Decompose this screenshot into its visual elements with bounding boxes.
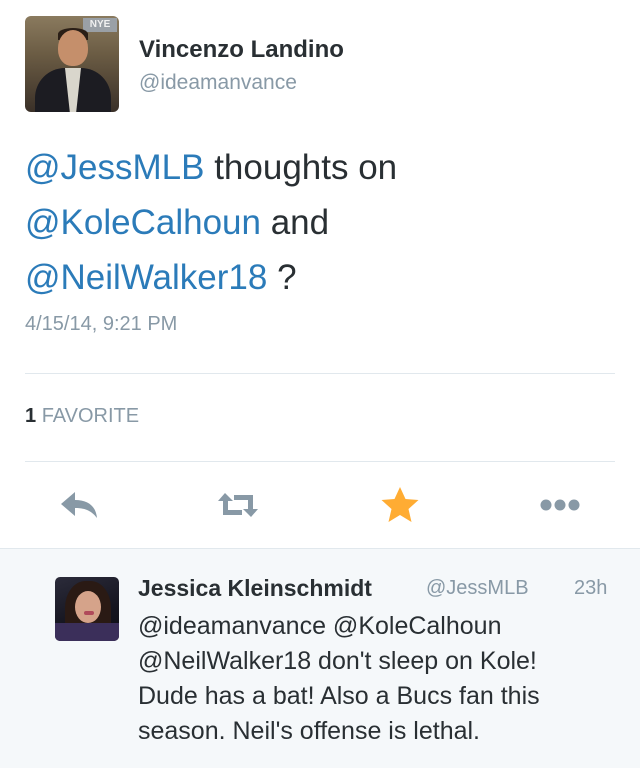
mention-link[interactable]: @NeilWalker18 bbox=[25, 258, 267, 297]
retweet-button[interactable] bbox=[216, 485, 260, 525]
more-button[interactable] bbox=[538, 485, 582, 525]
reply-author-handle[interactable]: @JessMLB bbox=[426, 577, 529, 600]
favorite-count: 1 bbox=[25, 405, 37, 427]
reply-text-line: Dude has a bat! Also a Bucs fan this bbox=[138, 682, 540, 710]
avatar-head bbox=[58, 30, 88, 66]
reply-text-line: season. Neil's offense is lethal. bbox=[138, 717, 481, 745]
mention-link[interactable]: @JessMLB bbox=[25, 148, 204, 187]
tweet-timestamp: 4/15/14, 9:21 PM bbox=[25, 313, 178, 335]
retweet-icon bbox=[218, 493, 258, 517]
author-name[interactable]: Vincenzo Landino bbox=[139, 36, 344, 64]
avatar-sign: NYE bbox=[83, 18, 117, 32]
reply-time: 23h bbox=[574, 577, 608, 599]
avatar-shoulders bbox=[55, 623, 119, 641]
reply-tweet[interactable]: Jessica Kleinschmidt @JessMLB 23h @ideam… bbox=[0, 548, 640, 768]
mention-link[interactable]: @KoleCalhoun bbox=[25, 203, 261, 242]
tweet-text-line: @NeilWalker18 ? bbox=[25, 250, 615, 305]
author-avatar[interactable]: NYE bbox=[25, 16, 119, 112]
tweet-text: @JessMLB thoughts on @KoleCalhoun and @N… bbox=[25, 140, 615, 305]
main-tweet: NYE Vincenzo Landino @ideamanvance @Jess… bbox=[0, 0, 640, 548]
tweet-text-fragment: thoughts on bbox=[204, 148, 398, 187]
reply-icon bbox=[61, 492, 97, 518]
reply-button[interactable] bbox=[58, 485, 102, 525]
author-handle[interactable]: @ideamanvance bbox=[139, 71, 297, 95]
favorite-button[interactable] bbox=[378, 485, 422, 525]
reply-text-line: @ideamanvance @KoleCalhoun bbox=[138, 612, 502, 640]
favorite-stats[interactable]: 1 FAVORITE bbox=[25, 405, 139, 428]
more-dots-icon bbox=[540, 499, 580, 511]
divider bbox=[25, 461, 615, 462]
reply-author-avatar[interactable] bbox=[55, 577, 119, 641]
divider bbox=[25, 373, 615, 374]
star-icon bbox=[381, 487, 419, 522]
avatar-face bbox=[75, 591, 101, 623]
reply-text-line: @NeilWalker18 don't sleep on Kole! bbox=[138, 647, 537, 675]
tweet-text-line: @KoleCalhoun and bbox=[25, 195, 615, 250]
tweet-text-fragment: ? bbox=[267, 258, 297, 297]
favorite-label: FAVORITE bbox=[41, 405, 140, 427]
tweet-text-line: @JessMLB thoughts on bbox=[25, 140, 615, 195]
avatar-lips bbox=[84, 611, 94, 615]
reply-text: @ideamanvance @KoleCalhoun @NeilWalker18… bbox=[138, 609, 628, 749]
reply-author-name[interactable]: Jessica Kleinschmidt bbox=[138, 575, 372, 602]
tweet-text-fragment: and bbox=[260, 203, 330, 242]
